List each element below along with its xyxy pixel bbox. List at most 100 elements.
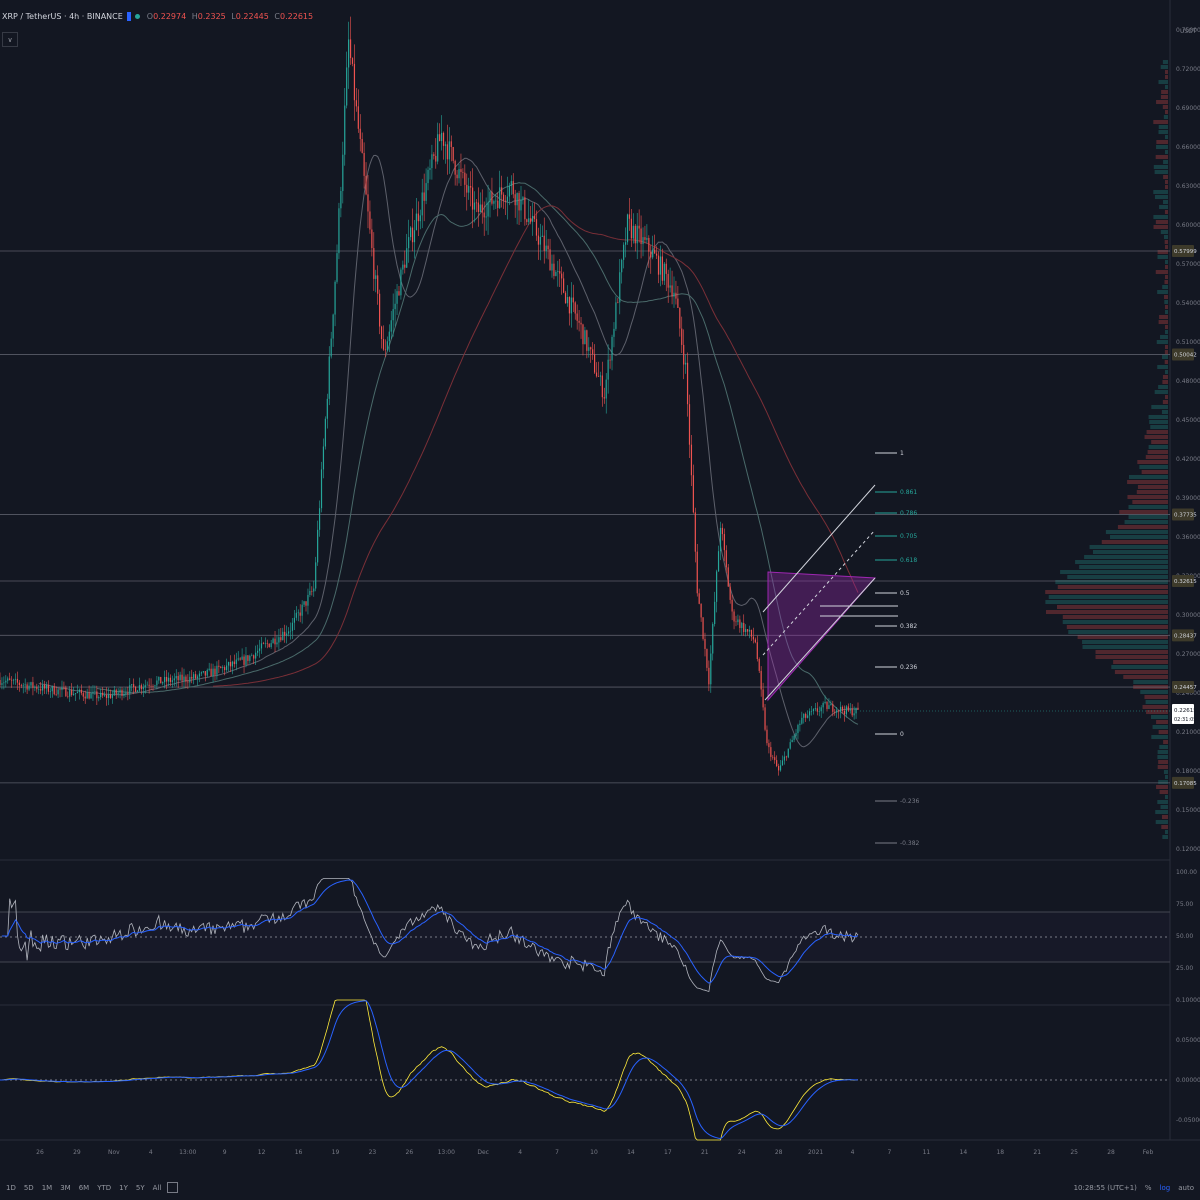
macd-scale-label: 0.05000 (1176, 1037, 1200, 1044)
candle-body (698, 593, 700, 604)
candle-body (471, 187, 474, 210)
candle-body (532, 215, 534, 222)
candle-body (440, 132, 443, 142)
candle-body (262, 643, 265, 644)
candle-body (127, 692, 129, 694)
range-button-1y[interactable]: 1Y (119, 1184, 128, 1192)
time-axis-label: 4 (518, 1149, 522, 1156)
candle-body (148, 684, 150, 686)
candle-body (210, 668, 212, 677)
candle-body (518, 193, 520, 211)
volume-profile-bar (1158, 125, 1168, 129)
candle-body (158, 676, 160, 681)
volume-profile-bar (1162, 355, 1168, 359)
volume-profile-bar (1045, 610, 1168, 614)
flag-icon[interactable] (126, 11, 131, 21)
chart-canvas[interactable]: 1 0.861 0.786 0.705 0.618 0.5 0.382 0.236 0 -0.23… (0, 0, 1200, 1200)
currency-label[interactable]: USDT (1180, 28, 1197, 35)
candle-body (191, 676, 193, 679)
candle-body (466, 184, 468, 193)
candle-body (673, 292, 675, 297)
candle-body (799, 723, 801, 726)
volume-profile-bar (1137, 485, 1168, 489)
candle-body (706, 648, 708, 668)
range-button-ytd[interactable]: YTD (97, 1184, 111, 1192)
candle-body (231, 661, 234, 667)
triangle-shape[interactable] (767, 571, 877, 702)
candle-body (82, 693, 84, 697)
candle-body (824, 701, 826, 703)
range-button-5d[interactable]: 5D (24, 1184, 34, 1192)
candle-body (152, 685, 154, 687)
percent-toggle[interactable]: % (1145, 1184, 1152, 1192)
candle-body (830, 704, 832, 706)
candle-body (456, 174, 458, 179)
range-button-5y[interactable]: 5Y (136, 1184, 145, 1192)
candle-body (495, 200, 497, 202)
volume-profile-bar (1142, 705, 1168, 709)
candle-body (131, 684, 133, 686)
time-axis-label: 19 (332, 1149, 340, 1156)
auto-toggle[interactable]: auto (1178, 1184, 1194, 1192)
volume-profile-bar (1155, 810, 1168, 814)
candle-body (408, 237, 410, 249)
candle-body (454, 160, 456, 175)
candle-body (468, 186, 470, 193)
volume-profile-bar (1095, 650, 1168, 654)
candle-body (284, 631, 286, 636)
volume-profile-bar (1163, 770, 1168, 774)
candle-body (80, 689, 82, 694)
volume-profile-bar (1163, 160, 1168, 164)
range-button-all[interactable]: All (153, 1184, 162, 1192)
range-button-1m[interactable]: 1M (42, 1184, 53, 1192)
volume-profile-bar (1057, 585, 1168, 589)
candle-body (100, 692, 102, 698)
symbol-header[interactable]: XRP / TetherUS · 4h · BINANCE O0.22974 H… (2, 9, 313, 23)
candle-body (313, 588, 315, 592)
collapse-indicators-button[interactable]: ∨ (2, 32, 18, 47)
candle-body (640, 228, 642, 245)
candle-body (812, 709, 815, 712)
candle-body (458, 169, 460, 179)
volume-profile-bar (1165, 345, 1168, 349)
candle-body (113, 689, 115, 695)
candle-body (665, 263, 667, 274)
volume-profile-bar (1164, 360, 1168, 364)
candle-body (338, 208, 340, 254)
candle-body (539, 236, 541, 245)
candle-body (611, 336, 613, 361)
candle-body (295, 612, 297, 618)
volume-profile-bar (1158, 780, 1168, 784)
volume-profile-bar (1157, 290, 1168, 294)
candle-body (98, 697, 100, 699)
range-button-6m[interactable]: 6M (79, 1184, 90, 1192)
volume-profile-bar (1123, 675, 1168, 679)
range-button-3m[interactable]: 3M (60, 1184, 71, 1192)
candle-body (522, 197, 524, 200)
price-level-label: 0.17085 (1174, 781, 1197, 787)
volume-profile-bar (1156, 785, 1168, 789)
candle-body (504, 200, 507, 202)
symbol-title[interactable]: XRP / TetherUS · 4h · BINANCE (2, 12, 123, 21)
volume-profile-bar (1163, 235, 1168, 239)
candle-body (516, 193, 518, 206)
candle-body (708, 667, 710, 685)
candle-body (514, 194, 516, 206)
candle-body (791, 739, 793, 743)
clock-time[interactable]: 10:28:55 (UTC+1) (1074, 1184, 1137, 1192)
volume-profile-bar (1155, 270, 1168, 274)
volume-profile-bar (1067, 575, 1168, 579)
candle-body (737, 619, 739, 623)
candle-body (535, 219, 538, 236)
time-axis-label: 16 (295, 1149, 303, 1156)
candle-body (328, 356, 330, 399)
calendar-icon[interactable] (167, 1182, 179, 1193)
volume-profile-bar (1128, 515, 1168, 519)
volume-profile-bar (1162, 400, 1168, 404)
range-button-1d[interactable]: 1D (6, 1184, 16, 1192)
log-toggle[interactable]: log (1160, 1184, 1171, 1192)
candle-body (342, 154, 344, 192)
candle-body (628, 214, 631, 219)
rsi-pane (0, 878, 1170, 993)
candle-body (735, 621, 737, 623)
